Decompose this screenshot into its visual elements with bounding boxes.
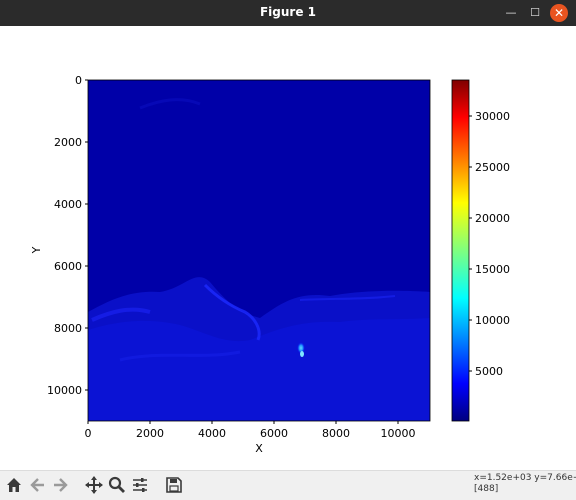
cursor-status: x=1.52e+03 y=7.66e+03 [488] [474, 473, 576, 495]
back-icon [30, 478, 44, 492]
status-coordinates: x=1.52e+03 y=7.66e+03 [474, 473, 576, 483]
heatmap-image [88, 80, 430, 421]
y-tick-label: 8000 [54, 322, 82, 335]
y-tick-label: 0 [75, 74, 82, 87]
x-tick-label: 4000 [198, 427, 226, 440]
y-tick-label: 10000 [47, 384, 82, 397]
home-button[interactable] [4, 475, 24, 495]
minimize-button[interactable]: — [502, 4, 520, 22]
colorbar-tick-label: 10000 [475, 314, 510, 327]
colorbar-tick-label: 5000 [475, 365, 503, 378]
y-axis: 0 2000 4000 6000 8000 10000 Y [30, 74, 88, 397]
save-icon [166, 477, 182, 493]
colorbar-gradient [451, 79, 470, 422]
status-value: [488] [474, 484, 499, 494]
x-tick-label: 6000 [260, 427, 288, 440]
zoom-icon [108, 476, 125, 493]
y-tick-label: 2000 [54, 136, 82, 149]
colorbar-tick-label: 25000 [475, 161, 510, 174]
colorbar-tick-label: 20000 [475, 212, 510, 225]
y-tick-label: 6000 [54, 260, 82, 273]
back-button[interactable] [28, 475, 48, 495]
figure-canvas[interactable]: 0 2000 4000 6000 8000 10000 Y 0 2000 400… [0, 26, 576, 470]
zoom-button[interactable] [107, 475, 127, 495]
window-title: Figure 1 [259, 5, 317, 19]
plot-svg: 0 2000 4000 6000 8000 10000 Y 0 2000 400… [30, 74, 510, 455]
x-tick-label: 0 [85, 427, 92, 440]
x-tick-label: 2000 [136, 427, 164, 440]
configure-icon [133, 478, 147, 492]
pan-button[interactable] [84, 475, 104, 495]
close-button[interactable]: ✕ [550, 4, 568, 22]
colorbar-tick-label: 15000 [475, 263, 510, 276]
colorbar: 5000 10000 15000 20000 25000 30000 [451, 79, 510, 422]
configure-subplots-button[interactable] [130, 475, 150, 495]
colorbar-tick-label: 30000 [475, 110, 510, 123]
forward-button[interactable] [50, 475, 70, 495]
x-tick-label: 10000 [381, 427, 416, 440]
home-icon [7, 478, 21, 492]
y-axis-label: Y [30, 246, 43, 254]
forward-icon [54, 478, 68, 492]
pan-icon [85, 476, 103, 494]
x-axis-label: X [255, 442, 263, 455]
maximize-button[interactable]: ☐ [526, 4, 544, 22]
y-tick-label: 4000 [54, 198, 82, 211]
x-axis: 0 2000 4000 6000 8000 10000 X [85, 421, 416, 455]
x-tick-label: 8000 [322, 427, 350, 440]
window-titlebar: Figure 1 — ☐ ✕ [0, 0, 576, 26]
save-button[interactable] [164, 475, 184, 495]
